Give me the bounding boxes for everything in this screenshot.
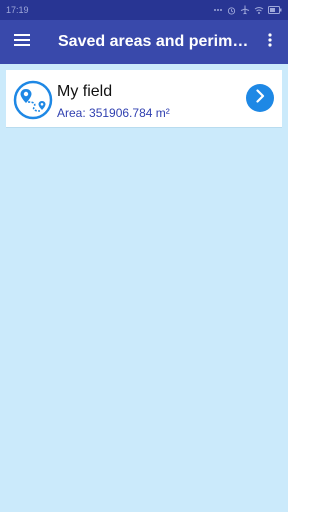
page-title: Saved areas and perimet… [58,33,254,50]
area-name: My field [57,83,113,100]
open-area-button[interactable] [246,84,274,112]
map-pin-route-icon [13,80,53,120]
app-bar: Saved areas and perimet… [0,20,288,64]
status-icons [213,5,282,15]
chevron-right-icon [255,88,265,108]
status-time: 17:19 [6,5,29,15]
app-screen: 17:19 Saved areas and perimet… My field … [0,0,288,512]
airplane-icon [240,5,250,15]
more-vert-icon [268,32,272,52]
dots-icon [213,6,223,14]
saved-areas-list: My field Area: 351906.784 m² [0,64,288,128]
battery-icon [268,6,282,14]
alarm-icon [227,6,236,15]
navigation-menu-button[interactable] [0,20,44,64]
overflow-menu-button[interactable] [260,32,280,52]
area-value: Area: 351906.784 m² [57,106,170,120]
status-bar: 17:19 [0,0,288,20]
wifi-icon [254,6,264,15]
hamburger-menu-icon [14,33,30,51]
list-item[interactable]: My field Area: 351906.784 m² [6,70,282,128]
